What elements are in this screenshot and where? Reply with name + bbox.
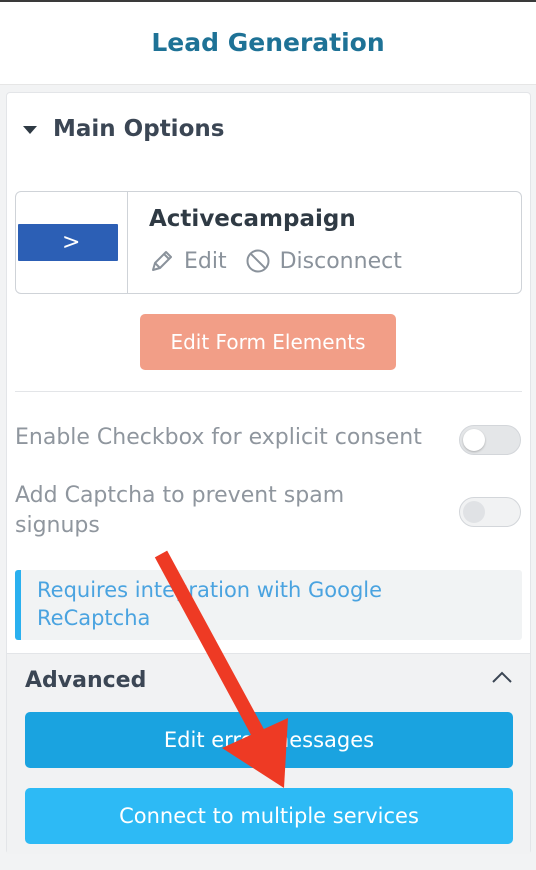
captcha-info-box: Requires integration with Google ReCaptc… <box>15 570 522 640</box>
connect-multiple-services-button[interactable]: Connect to multiple services <box>25 788 513 844</box>
disconnect-label: Disconnect <box>279 248 402 274</box>
main-options-title: Main Options <box>53 116 225 142</box>
captcha-info-line2: ReCaptcha <box>37 606 151 630</box>
section-divider <box>15 391 522 392</box>
logo-chevron-icon: > <box>62 230 81 255</box>
pencil-icon <box>152 251 172 271</box>
activecampaign-logo: > <box>18 224 118 261</box>
app-header: Lead Generation <box>0 2 536 85</box>
edit-label: Edit <box>184 248 227 274</box>
edit-form-elements-button[interactable]: Edit Form Elements <box>140 314 396 370</box>
service-name: Activecampaign <box>149 206 356 232</box>
captcha-info-line1: Requires integration with Google <box>37 578 383 602</box>
main-options-header[interactable]: Main Options <box>7 93 530 169</box>
captcha-option-label-line1: Add Captcha to prevent spam <box>15 483 345 508</box>
disconnect-service-button[interactable]: Disconnect <box>245 248 402 274</box>
service-card: > Activecampaign Edit Disconnect <box>15 191 522 294</box>
page-title: Lead Generation <box>151 28 385 57</box>
settings-panel: Main Options > Activecampaign Edit Disco… <box>6 92 531 854</box>
edit-service-button[interactable]: Edit <box>149 248 227 274</box>
edit-error-messages-button[interactable]: Edit error messages <box>25 712 513 768</box>
advanced-section: Advanced Edit error messages Connect to … <box>7 653 530 854</box>
captcha-info-text: Requires integration with Google ReCaptc… <box>37 576 497 632</box>
captcha-toggle[interactable] <box>459 497 521 527</box>
captcha-option-label-line2: signups <box>15 513 100 538</box>
toggle-knob <box>463 501 485 523</box>
caret-down-icon <box>23 126 37 134</box>
service-actions: Edit Disconnect <box>149 246 420 276</box>
consent-option-label: Enable Checkbox for explicit consent <box>15 425 422 450</box>
service-logo-cell: > <box>16 192 128 293</box>
toggle-knob <box>463 429 485 451</box>
advanced-title: Advanced <box>25 668 147 693</box>
chevron-up-icon[interactable] <box>491 670 513 684</box>
block-icon <box>246 249 270 273</box>
consent-toggle[interactable] <box>459 425 521 455</box>
